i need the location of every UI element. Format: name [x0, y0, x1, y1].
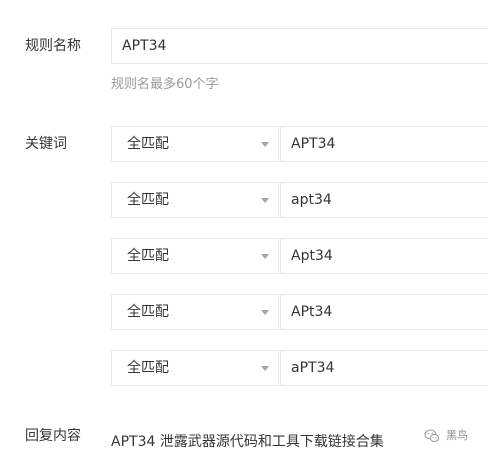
chevron-down-icon	[261, 142, 269, 147]
chevron-down-icon	[261, 310, 269, 315]
keyword-input[interactable]: APt34	[280, 294, 488, 330]
match-type-select[interactable]: 全匹配	[111, 350, 279, 386]
rule-name-hint: 规则名最多60个字	[111, 77, 219, 92]
match-type-value: 全匹配	[127, 192, 169, 208]
watermark-text: 黑鸟	[446, 429, 468, 442]
keyword-row: 全匹配 APt34	[111, 294, 488, 330]
match-type-value: 全匹配	[127, 360, 169, 376]
keyword-input[interactable]: APT34	[280, 126, 488, 162]
match-type-select[interactable]: 全匹配	[111, 182, 279, 218]
keyword-input[interactable]: aPT34	[280, 350, 488, 386]
match-type-select[interactable]: 全匹配	[111, 294, 279, 330]
chevron-down-icon	[261, 366, 269, 371]
chevron-down-icon	[261, 254, 269, 259]
keyword-row: 全匹配 aPT34	[111, 350, 488, 386]
match-type-value: 全匹配	[127, 248, 169, 264]
keyword-row: 全匹配 Apt34	[111, 238, 488, 274]
keyword-row: 全匹配 apt34	[111, 182, 488, 218]
keyword-row: 全匹配 APT34	[111, 126, 488, 162]
match-type-value: 全匹配	[127, 304, 169, 320]
match-type-select[interactable]: 全匹配	[111, 126, 279, 162]
rule-name-input[interactable]: APT34	[111, 28, 488, 64]
rule-name-label: 规则名称	[25, 38, 81, 54]
keyword-input[interactable]: Apt34	[280, 238, 488, 274]
match-type-value: 全匹配	[127, 136, 169, 152]
keywords-label: 关键词	[25, 136, 67, 152]
reply-content-text[interactable]: APT34 泄露武器源代码和工具下载链接合集	[111, 432, 384, 452]
keyword-input[interactable]: apt34	[280, 182, 488, 218]
wechat-icon	[424, 429, 440, 442]
chevron-down-icon	[261, 198, 269, 203]
reply-content-label: 回复内容	[25, 428, 81, 444]
match-type-select[interactable]: 全匹配	[111, 238, 279, 274]
